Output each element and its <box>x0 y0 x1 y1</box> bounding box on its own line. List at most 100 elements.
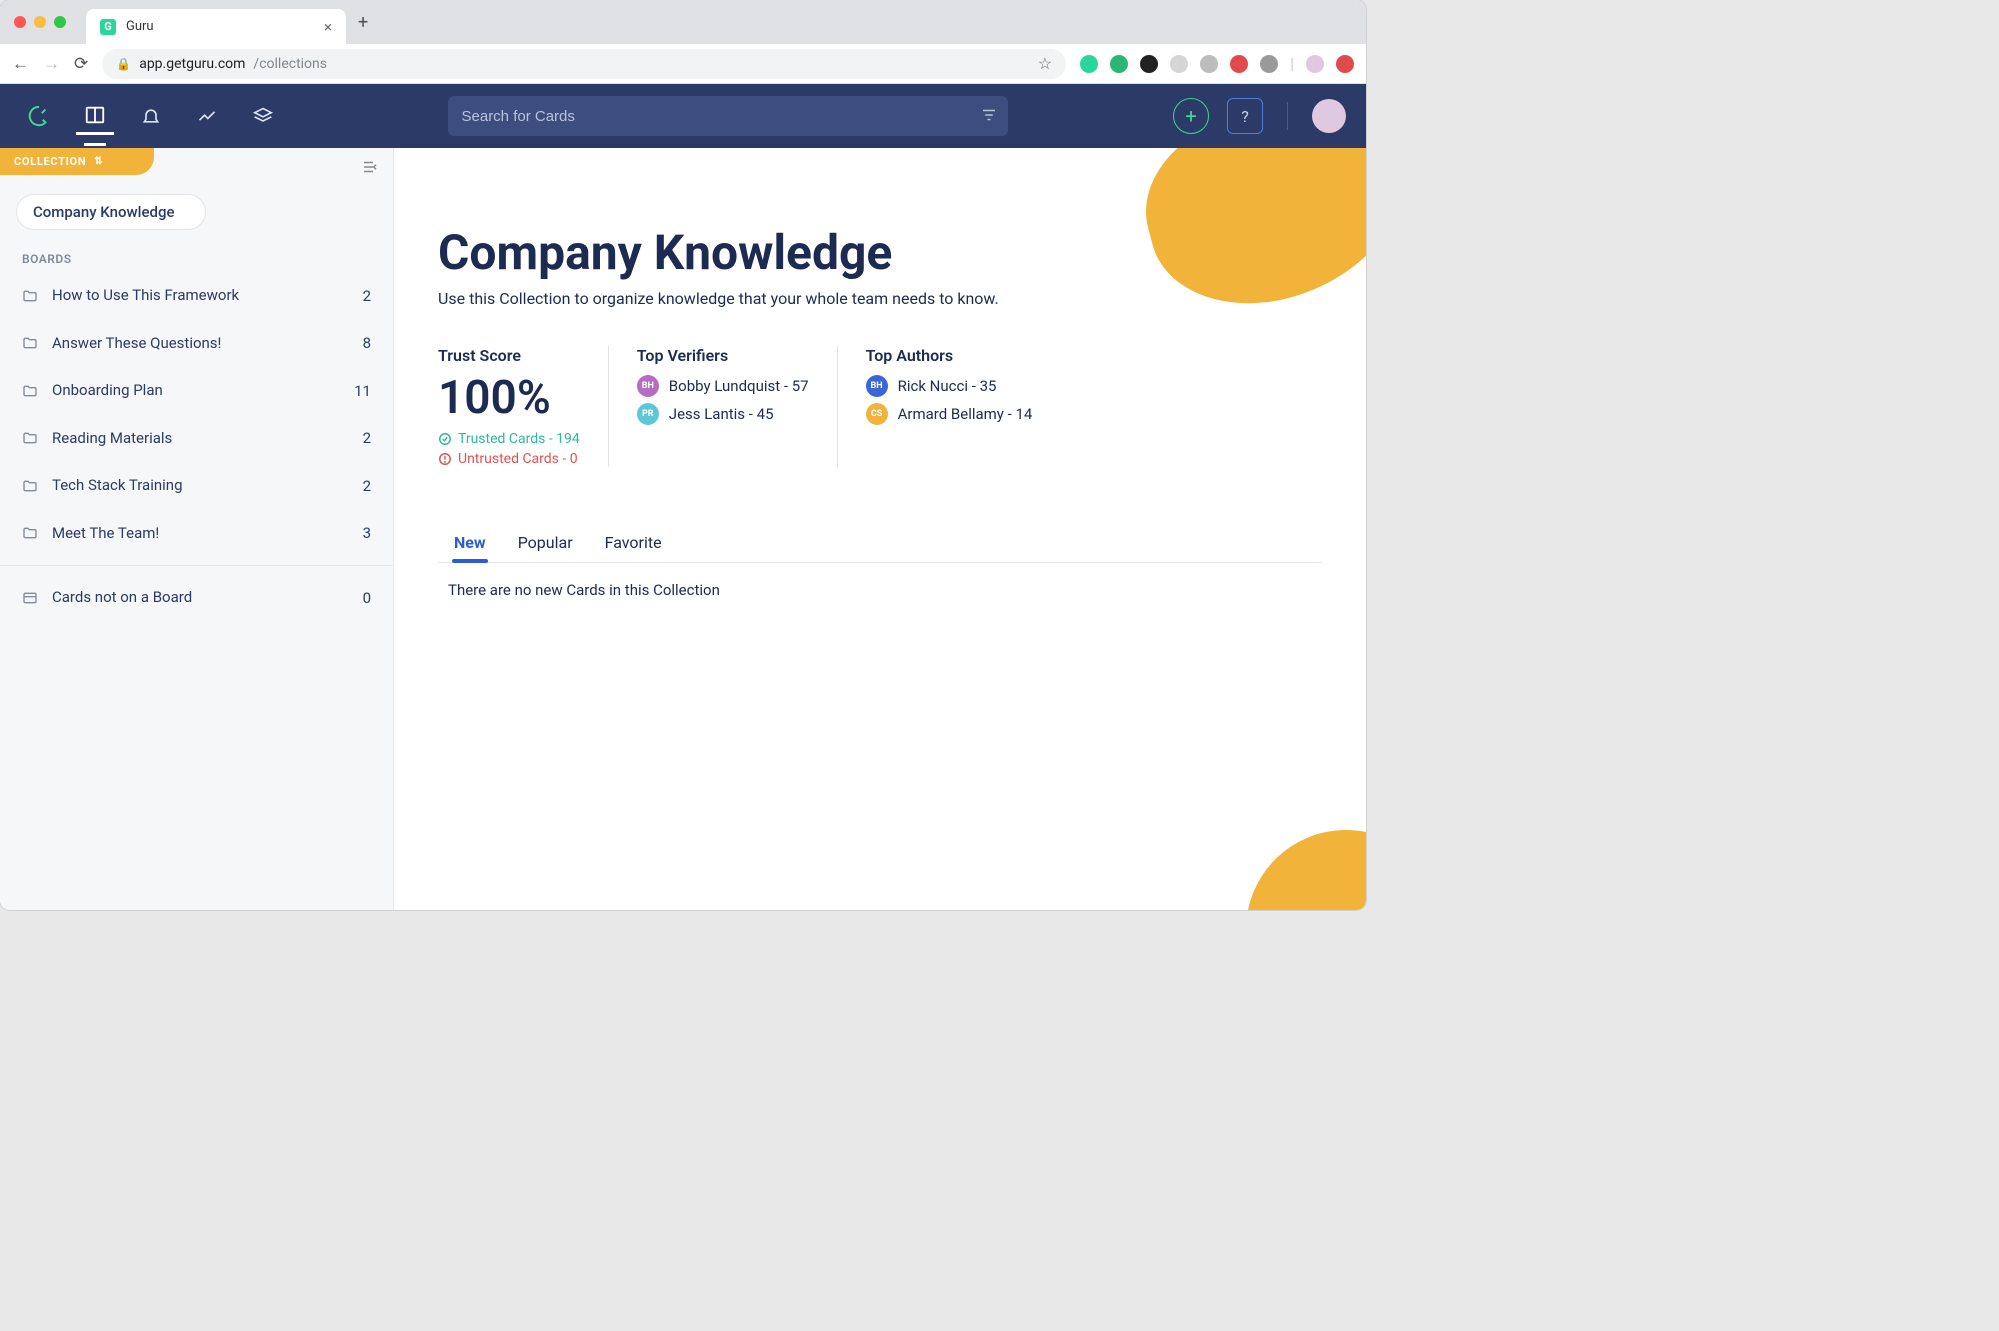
sidebar-board-item[interactable]: How to Use This Framework 2 <box>0 272 393 320</box>
person-text: Rick Nucci - 35 <box>898 377 997 395</box>
folder-icon <box>22 430 38 446</box>
extension-icon[interactable] <box>1230 55 1248 73</box>
profile-avatar-icon[interactable] <box>1306 55 1324 73</box>
analytics-icon[interactable] <box>188 97 226 135</box>
new-tab-button[interactable]: + <box>346 12 380 33</box>
extension-icon[interactable] <box>1336 55 1354 73</box>
collection-switcher[interactable]: COLLECTION ⇅ <box>0 148 154 175</box>
person-text: Armard Bellamy - 14 <box>898 405 1033 423</box>
card-tabs: New Popular Favorite <box>438 523 1322 563</box>
folder-icon <box>22 478 38 494</box>
browser-toolbar: ← → ⟳ 🔒 app.getguru.com/collections ☆ | <box>0 44 1366 84</box>
bookmark-star-icon[interactable]: ☆ <box>1038 54 1052 73</box>
notifications-icon[interactable] <box>132 97 170 135</box>
window-minimize[interactable] <box>34 16 46 28</box>
page-subtitle: Use this Collection to organize knowledg… <box>438 289 1322 308</box>
folder-icon <box>22 383 38 399</box>
filter-icon[interactable] <box>980 106 998 124</box>
sidebar-board-item[interactable]: Reading Materials2 <box>0 415 393 463</box>
trusted-cards: Trusted Cards - 194 <box>438 431 580 447</box>
board-name: Meet The Team! <box>52 524 349 544</box>
avatar-initials: PR <box>637 403 659 425</box>
board-count: 3 <box>363 524 371 542</box>
window-maximize[interactable] <box>54 16 66 28</box>
decor-blob <box>1246 830 1366 910</box>
board-count: 2 <box>363 287 371 305</box>
forward-button[interactable]: → <box>43 54 60 74</box>
top-authors-block: Top Authors BH Rick Nucci - 35 CS Armard Be… <box>837 346 1061 467</box>
library-icon[interactable] <box>76 97 114 135</box>
sidebar-board-item[interactable]: Onboarding Plan 11 <box>0 367 393 415</box>
person-row[interactable]: PR Jess Lantis - 45 <box>637 403 809 425</box>
person-row[interactable]: BH Rick Nucci - 35 <box>866 375 1033 397</box>
person-row[interactable]: BH Bobby Lundquist - 57 <box>637 375 809 397</box>
folder-icon <box>22 335 38 351</box>
sidebar-board-item[interactable]: Meet The Team! 3 <box>0 510 393 558</box>
extensions-row: | <box>1080 54 1354 73</box>
lock-icon: 🔒 <box>116 57 131 71</box>
board-name: Tech Stack Training <box>52 476 349 496</box>
collection-chip[interactable]: Company Knowledge <box>16 194 206 230</box>
board-count: 11 <box>354 382 371 400</box>
extension-icon[interactable] <box>1260 55 1278 73</box>
extension-icon[interactable] <box>1110 55 1128 73</box>
folder-icon <box>22 288 38 304</box>
guru-logo-icon[interactable] <box>20 97 58 135</box>
sidebar-board-item[interactable]: Answer These Questions!8 <box>0 320 393 368</box>
person-text: Bobby Lundquist - 57 <box>669 377 809 395</box>
trust-value: 100% <box>438 375 580 421</box>
folder-icon <box>22 525 38 541</box>
tab-favorite[interactable]: Favorite <box>603 523 664 562</box>
trust-score-block: Trust Score 100% Trusted Cards - 194 Unt… <box>438 346 608 467</box>
updown-icon: ⇅ <box>94 158 103 166</box>
url-path: /collections <box>253 56 327 72</box>
reload-button[interactable]: ⟳ <box>74 54 88 74</box>
orphan-count: 0 <box>363 589 371 607</box>
guru-favicon-icon: G <box>100 19 116 35</box>
orphan-label: Cards not on a Board <box>52 588 349 608</box>
board-name: Onboarding Plan <box>52 381 340 401</box>
sidebar-board-item[interactable]: Tech Stack Training 2 <box>0 462 393 510</box>
trust-label: Trust Score <box>438 346 580 365</box>
browser-titlebar: G Guru × + <box>0 0 1366 44</box>
create-button[interactable]: + <box>1173 98 1209 134</box>
person-text: Jess Lantis - 45 <box>669 405 774 423</box>
board-name: How to Use This Framework <box>52 286 349 306</box>
untrusted-cards: Untrusted Cards - 0 <box>438 451 580 467</box>
user-avatar[interactable] <box>1312 99 1346 133</box>
extension-icon[interactable] <box>1080 55 1098 73</box>
sidebar: COLLECTION ⇅ Company Knowledge BOARDS Ho… <box>0 148 394 910</box>
tab-popular[interactable]: Popular <box>516 523 575 562</box>
avatar-initials: BH <box>637 375 659 397</box>
avatar-initials: CS <box>866 403 888 425</box>
back-button[interactable]: ← <box>12 54 29 74</box>
top-verifiers-block: Top Verifiers BHBobby Lundquist - 57PRJe… <box>608 346 837 467</box>
app-header: + ? <box>0 84 1366 148</box>
extension-icon[interactable] <box>1170 55 1188 73</box>
boards-label: BOARDS <box>22 252 393 266</box>
tab-close-icon[interactable]: × <box>324 18 332 36</box>
layers-icon[interactable] <box>244 97 282 135</box>
board-count: 2 <box>363 477 371 495</box>
board-count: 8 <box>363 334 371 352</box>
help-button[interactable]: ? <box>1227 98 1263 134</box>
tab-title: Guru <box>126 19 154 34</box>
url-bar[interactable]: 🔒 app.getguru.com/collections ☆ <box>102 49 1066 79</box>
avatar-initials: BH <box>866 375 888 397</box>
main-content: Company Knowledge Use this Collection to… <box>394 148 1366 910</box>
board-count: 2 <box>363 429 371 447</box>
browser-tab[interactable]: G Guru × <box>86 9 346 44</box>
card-icon <box>22 590 38 606</box>
orphan-cards[interactable]: Cards not on a Board 0 <box>0 574 393 622</box>
extension-icon[interactable] <box>1200 55 1218 73</box>
collapse-sidebar-icon[interactable] <box>347 148 393 186</box>
tab-new[interactable]: New <box>452 523 488 562</box>
extension-icon[interactable] <box>1140 55 1158 73</box>
search-input[interactable] <box>448 96 1008 136</box>
authors-label: Top Authors <box>866 346 1033 365</box>
empty-state: There are no new Cards in this Collectio… <box>448 581 1312 599</box>
url-domain: app.getguru.com <box>139 56 245 72</box>
window-close[interactable] <box>14 16 26 28</box>
person-row[interactable]: CS Armard Bellamy - 14 <box>866 403 1033 425</box>
collection-label: COLLECTION <box>14 155 86 168</box>
